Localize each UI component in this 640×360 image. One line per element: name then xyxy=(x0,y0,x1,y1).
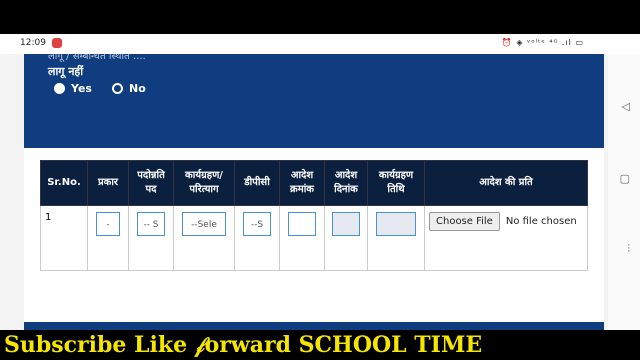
header-dpc: डीपीसी xyxy=(234,160,280,206)
browser-screen: लागू / सम्बन्धित स्थिति .... लागू नहीं Y… xyxy=(0,54,640,330)
option-yes[interactable]: Yes xyxy=(54,82,92,95)
cell-karyagrahan: --Sele xyxy=(173,205,235,271)
back-icon[interactable]: ◁ xyxy=(622,100,630,113)
header-padonnati: पदोन्नति पद xyxy=(128,160,174,206)
header-srno: Sr.No. xyxy=(40,160,88,206)
dpc-select[interactable]: --S xyxy=(243,212,271,236)
form-card: लागू / सम्बन्धित स्थिति .... लागू नहीं Y… xyxy=(24,54,604,330)
header-prakar: प्रकार xyxy=(87,160,129,206)
order-no-input[interactable] xyxy=(288,212,316,236)
cell-order-date xyxy=(324,205,368,271)
cell-joining-date xyxy=(367,205,425,271)
cell-dpc: --S xyxy=(234,205,280,271)
table-row: 1 - -- S --Sele --S Choose File No file … xyxy=(40,205,588,271)
subscribe-banner: Subscribe Like 𝒻orward SCHOOL TIME xyxy=(0,330,640,360)
joining-date-input[interactable] xyxy=(376,212,416,236)
header-karyagrahan: कार्यग्रहण/ परित्याग xyxy=(173,160,235,206)
cell-order-copy: Choose File No file chosen xyxy=(424,205,588,271)
karyagrahan-select[interactable]: --Sele xyxy=(182,212,226,236)
header-joining-date: कार्यग्रहण तिथि xyxy=(367,160,425,206)
prakar-select[interactable]: - xyxy=(96,212,120,236)
status-bar: 12:09 ⏰ ◈ ᵛᵒˡᵗᵉ ⁴ᴳ .ıl ▭ xyxy=(0,34,640,54)
home-icon[interactable]: ▢ xyxy=(620,172,630,185)
menu-icon[interactable]: ⫶ xyxy=(627,242,630,256)
radio-selected-icon[interactable] xyxy=(54,83,65,94)
file-input: Choose File No file chosen xyxy=(429,212,583,231)
radio-empty-icon[interactable] xyxy=(112,83,123,94)
form-section: लागू / सम्बन्धित स्थिति .... लागू नहीं Y… xyxy=(24,54,604,148)
status-time: 12:09 xyxy=(20,38,46,48)
cut-text: लागू / सम्बन्धित स्थिति .... xyxy=(48,54,146,62)
header-order-no: आदेश क्रमांक xyxy=(279,160,325,206)
option-no[interactable]: No xyxy=(112,82,146,95)
footer-bar xyxy=(24,322,604,330)
header-order-date: आदेश दिनांक xyxy=(324,160,368,206)
option-yes-label: Yes xyxy=(71,82,92,95)
posting-table: Sr.No. प्रकार पदोन्नति पद कार्यग्रहण/ पर… xyxy=(40,160,588,271)
recording-icon xyxy=(52,38,62,48)
choose-file-button[interactable]: Choose File xyxy=(429,212,500,231)
cell-padonnati: -- S xyxy=(128,205,174,271)
table-header-row: Sr.No. प्रकार पदोन्नति पद कार्यग्रहण/ पर… xyxy=(40,160,588,206)
file-status: No file chosen xyxy=(505,216,577,227)
question-label: लागू नहीं xyxy=(48,65,84,78)
padonnati-select[interactable]: -- S xyxy=(137,212,165,236)
android-nav-bar: ◁ ▢ ⫶ xyxy=(608,54,640,330)
cell-prakar: - xyxy=(87,205,129,271)
cell-srno: 1 xyxy=(40,205,88,271)
status-icons: ⏰ ◈ ᵛᵒˡᵗᵉ ⁴ᴳ .ıl ▭ xyxy=(501,38,584,47)
header-order-copy: आदेश की प्रति xyxy=(424,160,588,206)
top-black-bar xyxy=(0,0,640,34)
option-no-label: No xyxy=(129,82,146,95)
order-date-input[interactable] xyxy=(332,212,360,236)
cell-order-no xyxy=(279,205,325,271)
